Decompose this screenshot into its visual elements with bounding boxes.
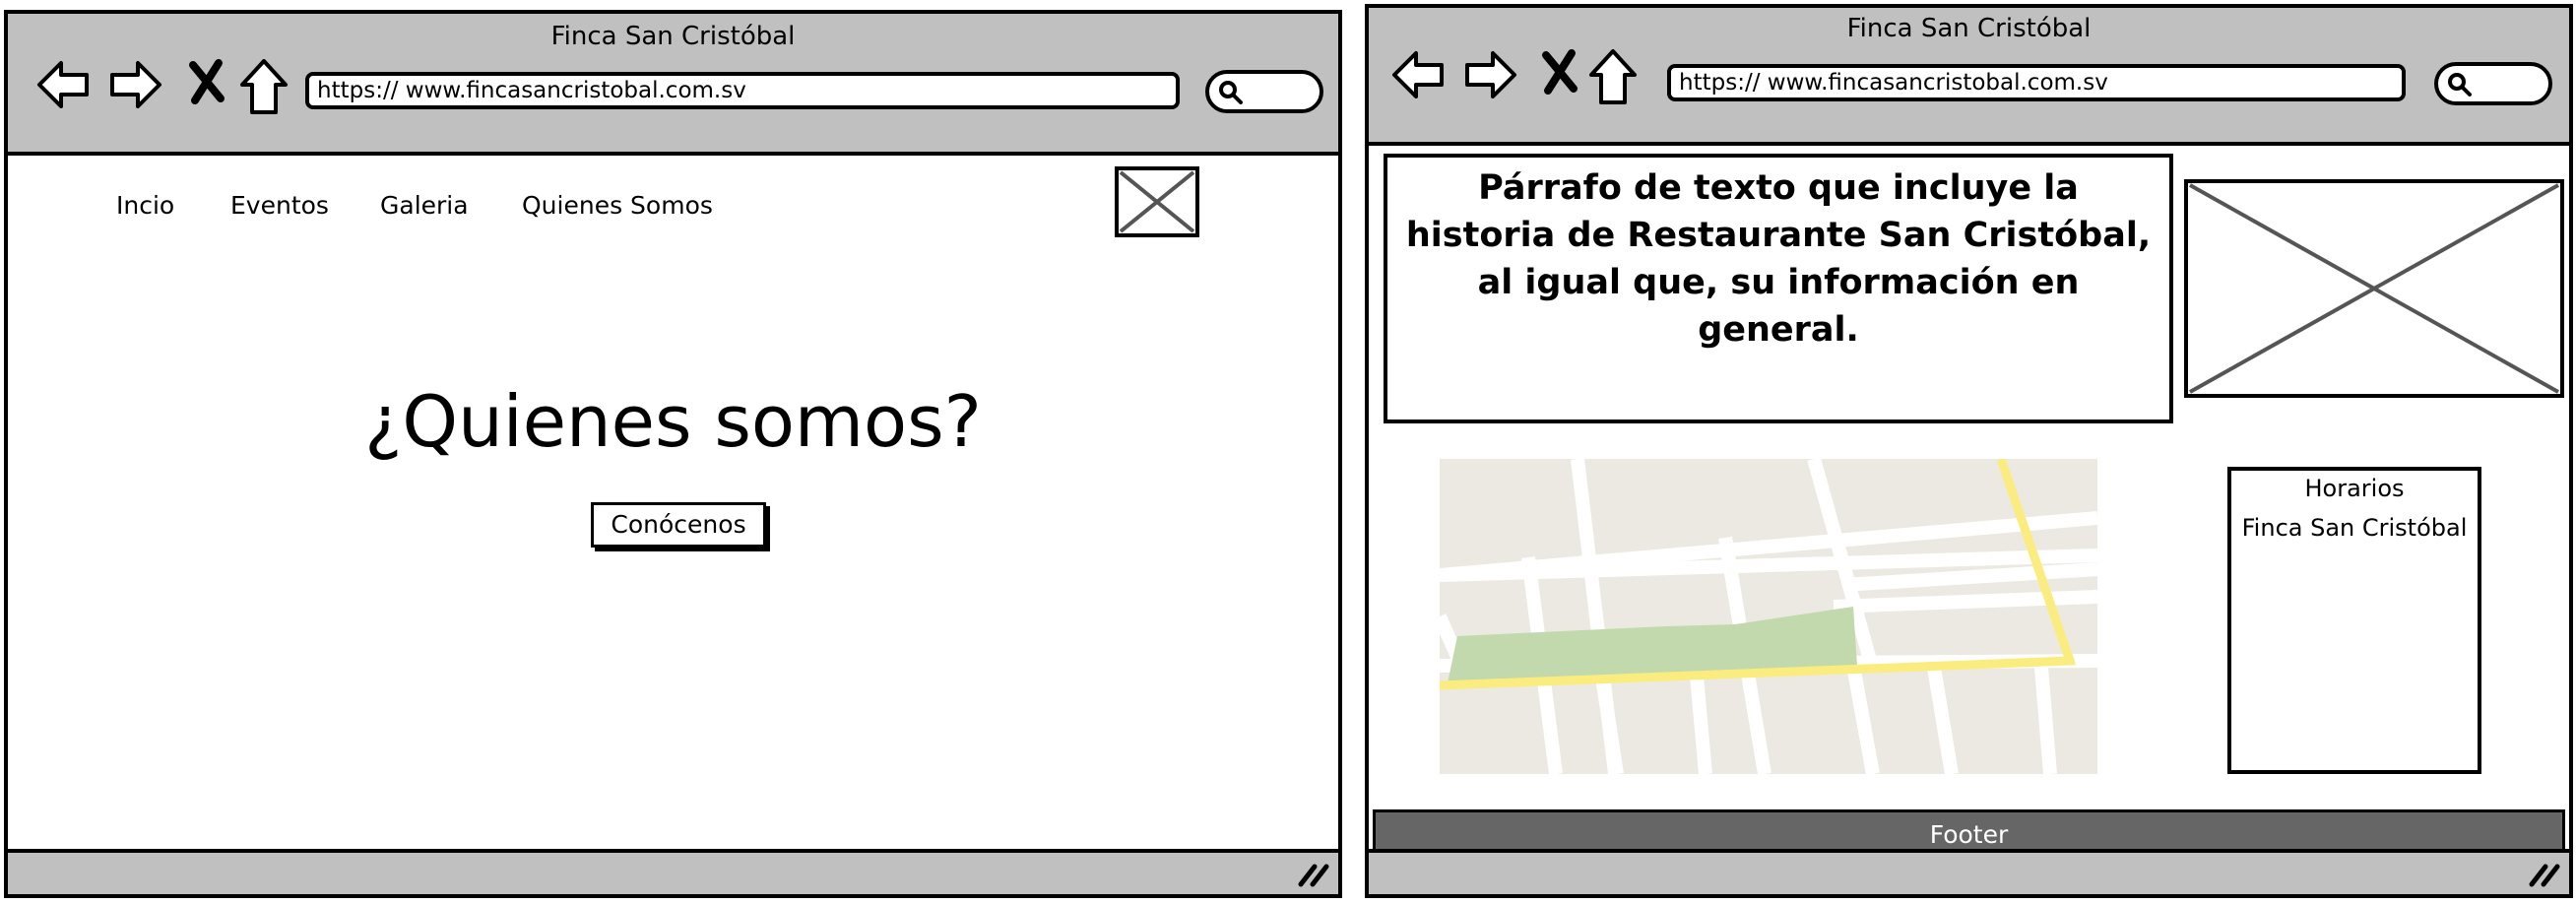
- image-placeholder-icon: [1119, 170, 1195, 233]
- hours-title: Horarios: [2304, 475, 2405, 502]
- resize-grip-icon[interactable]: [1297, 859, 1330, 888]
- status-bar: [8, 849, 1338, 894]
- window-title: Finca San Cristóbal: [550, 22, 796, 51]
- status-bar: [1369, 849, 2569, 894]
- nav-item-galeria[interactable]: Galeria: [380, 191, 469, 220]
- history-text-panel: Párrafo de texto que incluye la historia…: [1384, 154, 2173, 423]
- nav-item-inicio[interactable]: Incio: [116, 191, 174, 220]
- browser-window-home: Finca San Cristóbal https:// www.fincasa…: [4, 10, 1342, 898]
- resize-grip-icon[interactable]: [2528, 859, 2561, 888]
- home-icon[interactable]: [1587, 47, 1639, 106]
- url-input[interactable]: https:// www.fincasancristobal.com.sv: [1667, 64, 2406, 101]
- forward-arrow-icon[interactable]: [1461, 47, 1518, 102]
- window-title: Finca San Cristóbal: [1846, 14, 2092, 43]
- home-icon[interactable]: [238, 57, 290, 116]
- close-x-icon[interactable]: [187, 57, 226, 106]
- close-x-icon[interactable]: [1540, 47, 1579, 97]
- map-image[interactable]: [1440, 459, 2097, 774]
- hero-title: ¿Quienes somos?: [364, 380, 982, 463]
- browser-chrome: Finca San Cristóbal https:// www.fincasa…: [8, 14, 1338, 156]
- search-icon: [1219, 81, 1243, 104]
- logo-placeholder: [1115, 166, 1199, 237]
- hours-business-name: Finca San Cristóbal: [2241, 514, 2468, 542]
- conocenos-button[interactable]: Conócenos: [591, 502, 766, 548]
- image-placeholder-icon: [2189, 183, 2559, 394]
- forward-arrow-icon[interactable]: [106, 57, 163, 112]
- browser-chrome: Finca San Cristóbal https:// www.fincasa…: [1369, 8, 2569, 146]
- history-paragraph: Párrafo de texto que incluye la historia…: [1405, 168, 2152, 350]
- back-arrow-icon[interactable]: [1390, 47, 1448, 102]
- browser-window-about: Finca San Cristóbal https:// www.fincasa…: [1365, 4, 2573, 898]
- search-button[interactable]: [1205, 70, 1323, 113]
- url-input[interactable]: https:// www.fincasancristobal.com.sv: [305, 72, 1180, 109]
- hours-panel: Horarios Finca San Cristóbal: [2227, 467, 2481, 774]
- search-icon: [2448, 73, 2472, 97]
- nav-item-eventos[interactable]: Eventos: [230, 191, 329, 220]
- back-arrow-icon[interactable]: [35, 57, 93, 112]
- image-placeholder: [2184, 179, 2564, 398]
- nav-item-quienes-somos[interactable]: Quienes Somos: [522, 191, 713, 220]
- search-button[interactable]: [2434, 62, 2552, 105]
